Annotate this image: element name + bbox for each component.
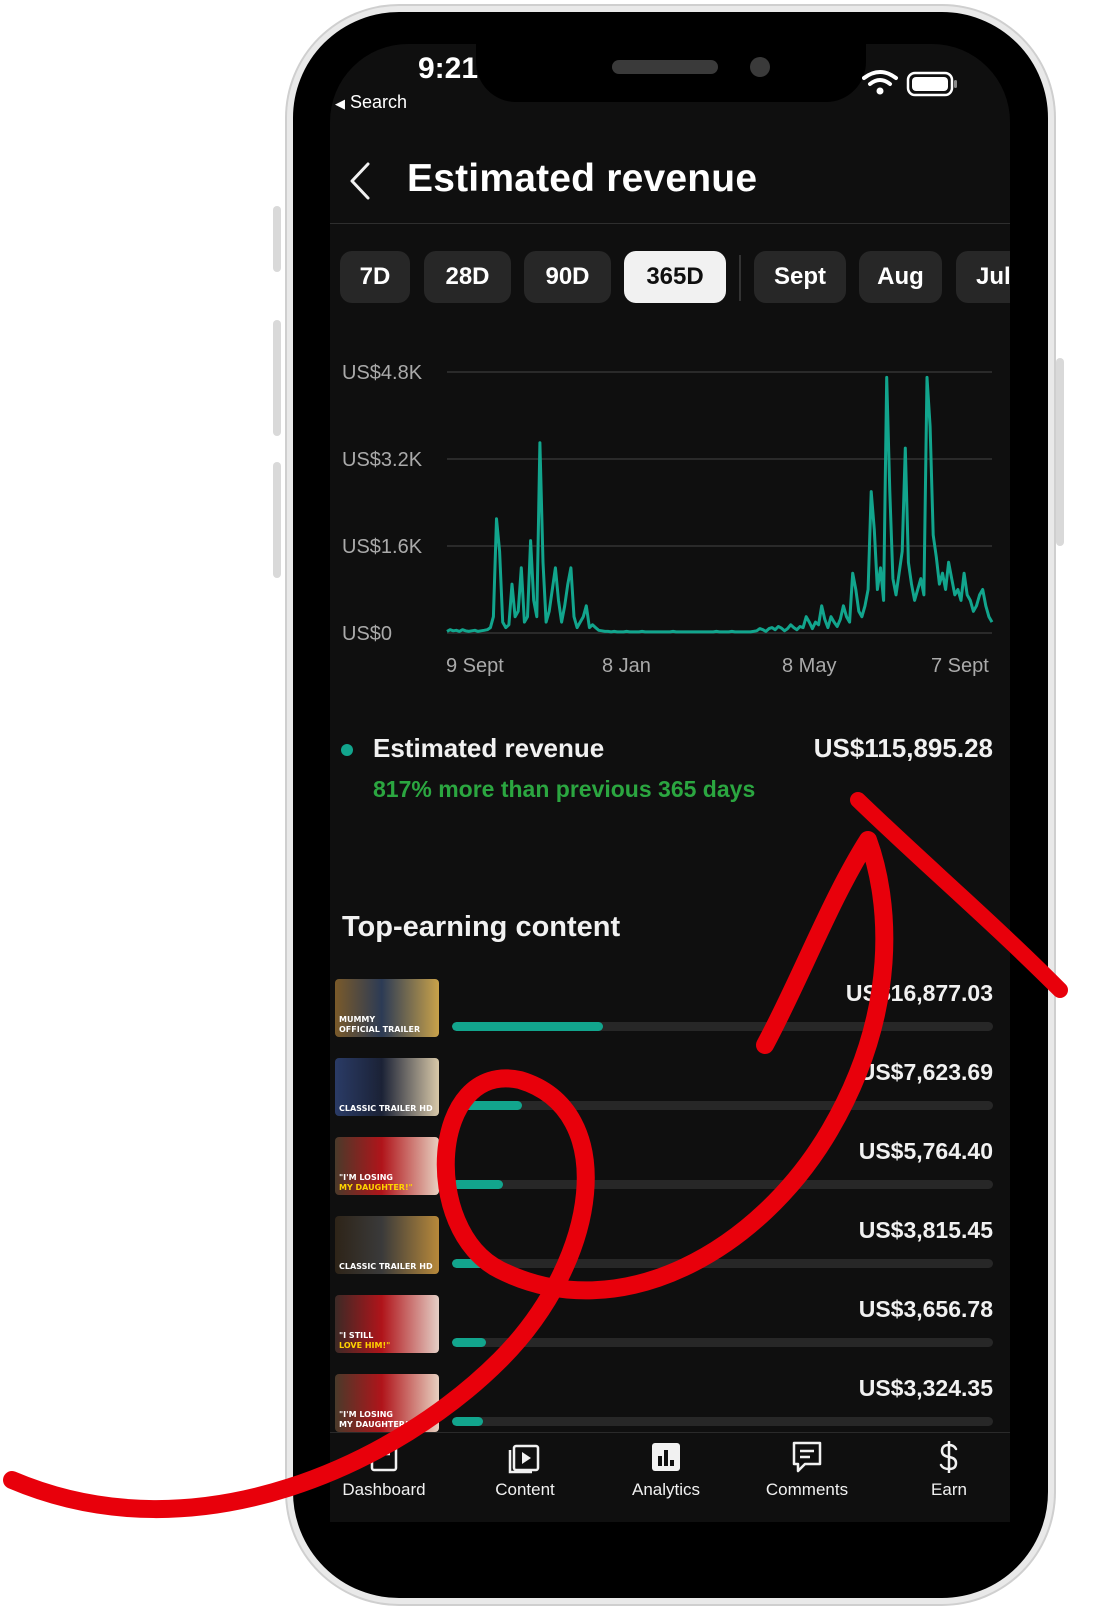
revenue-bar-track xyxy=(452,1338,993,1347)
content-revenue: US$16,877.03 xyxy=(845,980,993,1006)
tab-dashboard-label: Dashboard xyxy=(342,1480,426,1499)
tab-analytics-label: Analytics xyxy=(631,1480,701,1499)
screenshot-stage: 9:21 ◀ Search Estimated revenue 7D 28D 9… xyxy=(0,0,1094,1610)
earn-icon xyxy=(939,1441,958,1473)
back-button[interactable] xyxy=(346,160,376,207)
thumbnail-text: LOVE HIM!" xyxy=(339,1341,391,1350)
content-revenue: US$7,623.69 xyxy=(858,1059,993,1085)
content-revenue: US$3,815.45 xyxy=(858,1217,993,1243)
chip-sept[interactable]: Sept xyxy=(754,251,846,303)
content-row[interactable]: MUMMY OFFICIAL TRAILER US$16,877.03 xyxy=(330,975,1010,1054)
revenue-bar-track xyxy=(452,1101,993,1110)
tab-dashboard[interactable]: Dashboard xyxy=(319,1440,449,1500)
content-row[interactable]: "I STILL LOVE HIM!" US$3,656.78 xyxy=(330,1291,1010,1370)
revenue-bar-fill xyxy=(452,1022,604,1031)
content-row[interactable]: CLASSIC TRAILER HD US$7,623.69 xyxy=(330,1054,1010,1133)
chip-90d[interactable]: 90D xyxy=(524,251,611,303)
chip-aug[interactable]: Aug xyxy=(859,251,942,303)
content-revenue: US$5,764.40 xyxy=(858,1138,993,1164)
content-revenue: US$3,656.78 xyxy=(858,1296,993,1322)
chip-divider xyxy=(739,255,741,301)
revenue-chart: US$4.8K US$3.2K US$1.6K US$0 9 Sept 8 Jan 8 Ma… xyxy=(342,362,994,677)
page-title: Estimated revenue xyxy=(407,157,758,200)
thumbnail-text: CLASSIC TRAILER HD xyxy=(339,1104,433,1113)
phone-volume-down-button xyxy=(273,462,281,578)
status-back-link[interactable]: ◀ Search xyxy=(335,92,407,113)
content-row[interactable]: "I'M LOSING MY DAUGHTER!" US$5,764.40 xyxy=(330,1133,1010,1212)
thumbnail-text: OFFICIAL TRAILER xyxy=(339,1025,421,1034)
phone-power-button xyxy=(1056,358,1064,546)
video-thumbnail: CLASSIC TRAILER HD xyxy=(335,1216,439,1274)
notch-speaker xyxy=(612,60,718,74)
revenue-bar-track xyxy=(452,1259,993,1268)
revenue-bar-track xyxy=(452,1022,993,1031)
thumbnail-text: "I'M LOSING xyxy=(339,1410,393,1419)
x-tick-label: 9 Sept xyxy=(446,655,504,677)
y-tick-label: US$3.2K xyxy=(342,449,423,471)
chip-365d[interactable]: 365D xyxy=(624,251,726,303)
status-icons xyxy=(862,68,962,107)
status-back-label: Search xyxy=(350,92,408,112)
revenue-series-line xyxy=(446,375,994,634)
analytics-icon xyxy=(652,1443,680,1471)
metric-change: 817% more than previous 365 days xyxy=(373,776,756,802)
revenue-bar-fill xyxy=(452,1259,488,1268)
comments-icon xyxy=(792,1441,822,1473)
thumbnail-text: CLASSIC TRAILER HD xyxy=(339,1262,433,1271)
y-tick-label: US$1.6K xyxy=(342,536,423,558)
chip-7d[interactable]: 7D xyxy=(340,251,410,303)
metric-value: US$115,895.28 xyxy=(813,733,993,763)
content-row[interactable]: CLASSIC TRAILER HD US$3,815.45 xyxy=(330,1212,1010,1291)
status-time: 9:21 xyxy=(418,52,479,85)
video-thumbnail: MUMMY OFFICIAL TRAILER xyxy=(335,979,439,1037)
chip-28d[interactable]: 28D xyxy=(424,251,511,303)
period-chips: 7D 28D 90D 365D Sept Aug Jul xyxy=(340,251,1010,305)
phone-volume-up-button xyxy=(273,320,281,436)
video-thumbnail: "I'M LOSING MY DAUGHTER!" xyxy=(335,1137,439,1195)
tab-content-label: Content xyxy=(495,1480,555,1499)
section-title: Top-earning content xyxy=(342,911,621,943)
thumbnail-text: "I STILL xyxy=(339,1331,374,1340)
tab-analytics[interactable]: Analytics xyxy=(601,1440,731,1500)
revenue-bar-track xyxy=(452,1180,993,1189)
x-tick-label: 8 Jan xyxy=(602,655,651,677)
x-tick-label: 8 May xyxy=(782,655,836,677)
tab-comments-label: Comments xyxy=(765,1480,849,1499)
revenue-bar-track xyxy=(452,1417,993,1426)
notch-camera xyxy=(750,57,770,77)
chevron-left-icon xyxy=(350,162,370,200)
revenue-bar-fill xyxy=(452,1417,484,1426)
thumbnail-text: MY DAUGHTER!" xyxy=(339,1420,413,1429)
video-thumbnail: "I'M LOSING MY DAUGHTER!" xyxy=(335,1374,439,1432)
revenue-bar-fill xyxy=(452,1180,504,1189)
tab-content[interactable]: Content xyxy=(460,1440,590,1500)
metric-name: Estimated revenue xyxy=(373,733,605,763)
tab-earn[interactable]: Earn xyxy=(884,1440,1014,1500)
dashboard-icon xyxy=(370,1442,398,1472)
thumbnail-text: MUMMY xyxy=(339,1015,376,1024)
video-thumbnail: CLASSIC TRAILER HD xyxy=(335,1058,439,1116)
tab-earn-label: Earn xyxy=(931,1480,967,1499)
y-tick-label: US$0 xyxy=(342,623,392,645)
content-icon xyxy=(508,1444,540,1474)
thumbnail-text: MY DAUGHTER!" xyxy=(339,1183,413,1192)
legend-dot xyxy=(341,744,353,756)
back-triangle-icon: ◀ xyxy=(335,96,345,111)
revenue-bar-fill xyxy=(452,1338,486,1347)
phone-action-button xyxy=(273,206,281,272)
thumbnail-text: "I'M LOSING xyxy=(339,1173,393,1182)
y-tick-label: US$4.8K xyxy=(342,362,423,384)
revenue-bar-fill xyxy=(452,1101,523,1110)
content-revenue: US$3,324.35 xyxy=(858,1375,993,1401)
tab-comments[interactable]: Comments xyxy=(742,1440,872,1500)
x-tick-label: 7 Sept xyxy=(931,655,989,677)
wifi-battery-icon xyxy=(862,70,957,97)
chip-jul[interactable]: Jul xyxy=(956,251,1010,303)
video-thumbnail: "I STILL LOVE HIM!" xyxy=(335,1295,439,1353)
